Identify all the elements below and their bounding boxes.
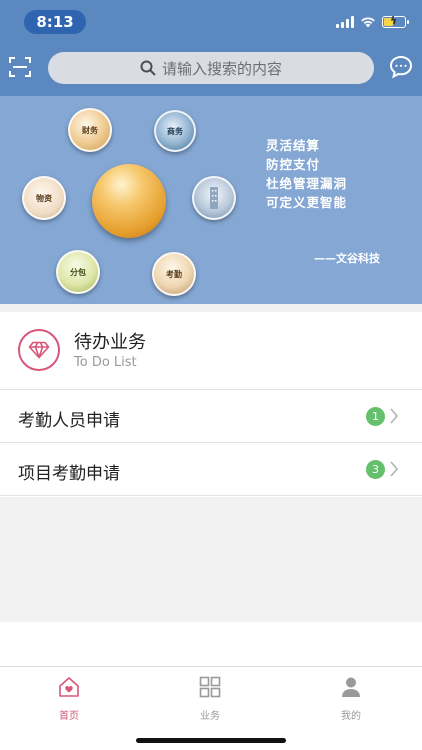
status-icons: ϟ — [336, 14, 409, 30]
slogan-line: 灵活结算 — [266, 138, 321, 153]
scan-button[interactable] — [8, 55, 32, 79]
empty-content-area — [0, 497, 422, 622]
tab-business[interactable]: 业务 — [170, 675, 250, 722]
list-item-label: 考勤人员申请 — [18, 411, 120, 431]
subcontract-bubble-label: 分包 — [70, 266, 86, 277]
promo-banner[interactable]: 财务 商务 物资 分包 考勤 灵活结算 防控支付 杜绝管理漏洞 可定义更智能 —… — [0, 96, 422, 304]
finance-bubble: 财务 — [68, 108, 112, 152]
list-item-label: 项目考勤申请 — [18, 464, 120, 484]
chevron-right-icon — [390, 461, 399, 477]
subcontract-bubble: 分包 — [56, 250, 100, 294]
todo-section-header: 待办业务 To Do List — [0, 312, 422, 390]
app-screen: 8:13 ϟ 请输入搜索的内容 财务 商务 物资 分包 考勤 灵活结算 防控支付… — [0, 0, 422, 750]
home-icon — [59, 677, 79, 697]
slogan-line: 防控支付 — [266, 157, 321, 172]
search-input[interactable]: 请输入搜索的内容 — [48, 52, 374, 84]
count-badge: 3 — [366, 460, 385, 479]
chevron-right-icon — [390, 408, 399, 424]
business-bubble: 商务 — [154, 110, 196, 152]
banner-slogans: 灵活结算 防控支付 杜绝管理漏洞 可定义更智能 — [266, 136, 347, 212]
wifi-icon — [361, 17, 375, 28]
cellular-signal-icon — [336, 16, 354, 28]
banner-signature: ——文谷科技 — [314, 252, 380, 265]
attendance-bubble: 考勤 — [152, 252, 196, 296]
building-icon — [210, 187, 218, 209]
grid-icon — [199, 676, 221, 698]
building-bubble — [192, 176, 236, 220]
todo-subtitle: To Do List — [74, 355, 137, 370]
slogan-line: 可定义更智能 — [266, 195, 348, 210]
finance-bubble-label: 财务 — [82, 124, 98, 135]
attendance-bubble-label: 考勤 — [166, 268, 182, 279]
business-bubble-label: 商务 — [167, 125, 183, 136]
status-time: 8:13 — [24, 10, 86, 34]
tab-profile[interactable]: 我的 — [311, 675, 391, 722]
materials-bubble-label: 物资 — [36, 192, 52, 203]
tab-label: 首页 — [59, 711, 79, 722]
center-orb-graphic — [92, 164, 166, 238]
scan-icon — [9, 57, 31, 77]
tab-home[interactable]: 首页 — [29, 675, 109, 722]
slogan-line: 杜绝管理漏洞 — [266, 176, 348, 191]
count-badge: 1 — [366, 407, 385, 426]
chat-bubble-icon — [389, 55, 413, 79]
diamond-icon — [18, 329, 60, 371]
section-divider — [0, 304, 422, 312]
tab-label: 业务 — [200, 711, 220, 722]
search-icon — [140, 60, 156, 76]
person-icon — [342, 677, 360, 697]
battery-icon: ϟ — [382, 14, 409, 28]
message-button[interactable] — [388, 54, 414, 80]
search-placeholder: 请输入搜索的内容 — [161, 59, 282, 78]
top-bar: 8:13 ϟ 请输入搜索的内容 — [0, 0, 422, 96]
list-item-project-attendance-application[interactable]: 项目考勤申请 3 — [0, 443, 422, 496]
todo-title: 待办业务 — [74, 332, 146, 353]
tab-label: 我的 — [341, 711, 361, 722]
list-item-attendance-staff-application[interactable]: 考勤人员申请 1 — [0, 390, 422, 443]
materials-bubble: 物资 — [22, 176, 66, 220]
home-indicator[interactable] — [136, 738, 286, 743]
